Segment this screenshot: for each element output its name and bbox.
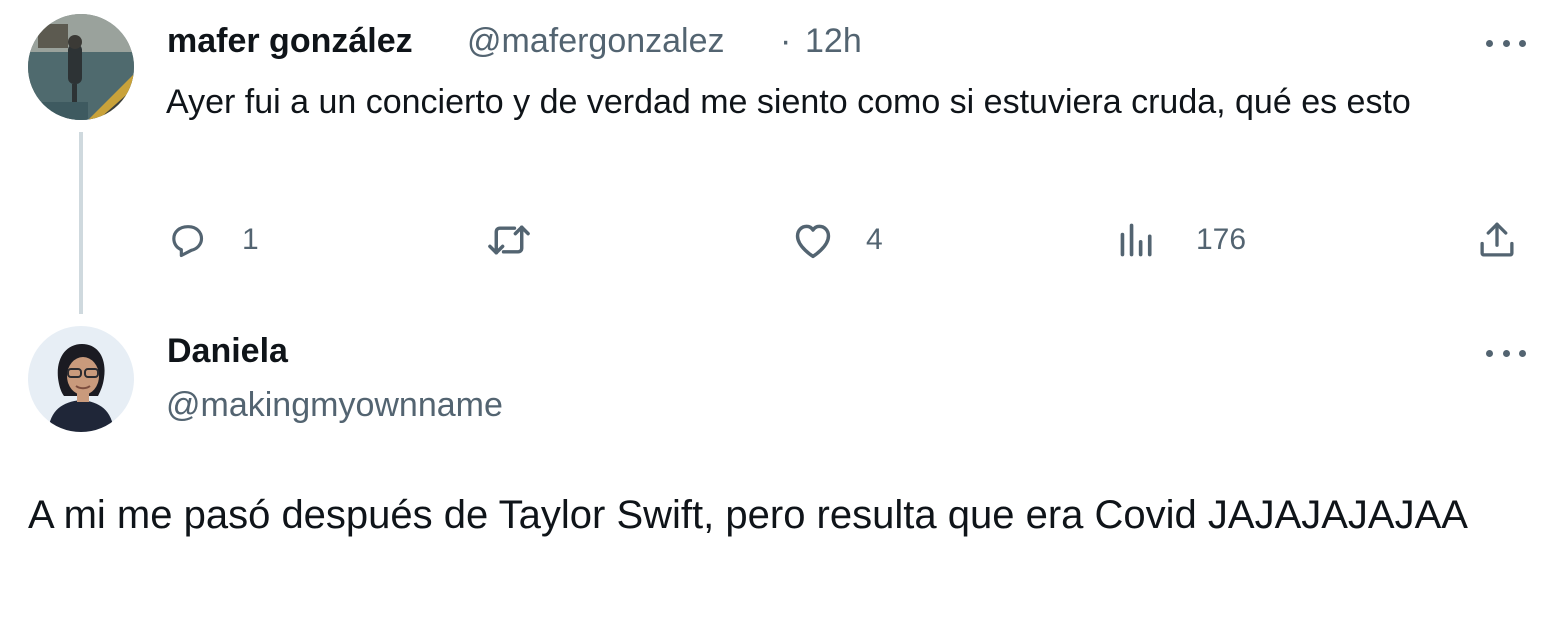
like-count: 4 xyxy=(866,223,883,256)
tweet-text: Ayer fui a un concierto y de verdad me s… xyxy=(166,83,1411,121)
share-icon xyxy=(1474,219,1520,261)
views-icon xyxy=(1116,220,1158,260)
more-icon xyxy=(1486,39,1493,47)
more-options-button[interactable] xyxy=(1486,37,1526,49)
retweet-icon xyxy=(484,220,534,260)
author-name[interactable]: Daniela xyxy=(167,332,288,371)
reply-icon xyxy=(166,220,210,260)
thread-line xyxy=(79,132,83,314)
avatar[interactable] xyxy=(28,14,134,120)
separator-dot: · xyxy=(780,22,792,60)
more-options-button[interactable] xyxy=(1486,347,1526,359)
tweet-text: A mi me pasó después de Taylor Swift, pe… xyxy=(28,493,1468,537)
view-count: 176 xyxy=(1196,223,1247,256)
more-icon xyxy=(1486,349,1493,357)
like-button[interactable]: 4 xyxy=(790,218,883,262)
like-icon xyxy=(790,220,836,260)
author-handle[interactable]: @makingmyownname xyxy=(166,386,503,425)
author-name[interactable]: mafer gonzález xyxy=(167,22,413,61)
avatar[interactable] xyxy=(28,326,134,432)
author-handle[interactable]: @mafergonzalez xyxy=(467,22,725,61)
views-button[interactable]: 176 xyxy=(1116,218,1246,262)
reply-count: 1 xyxy=(242,223,259,256)
share-button[interactable] xyxy=(1474,218,1520,262)
timestamp[interactable]: 12h xyxy=(805,22,862,61)
retweet-button[interactable] xyxy=(484,218,534,262)
reply-button[interactable]: 1 xyxy=(166,218,259,262)
